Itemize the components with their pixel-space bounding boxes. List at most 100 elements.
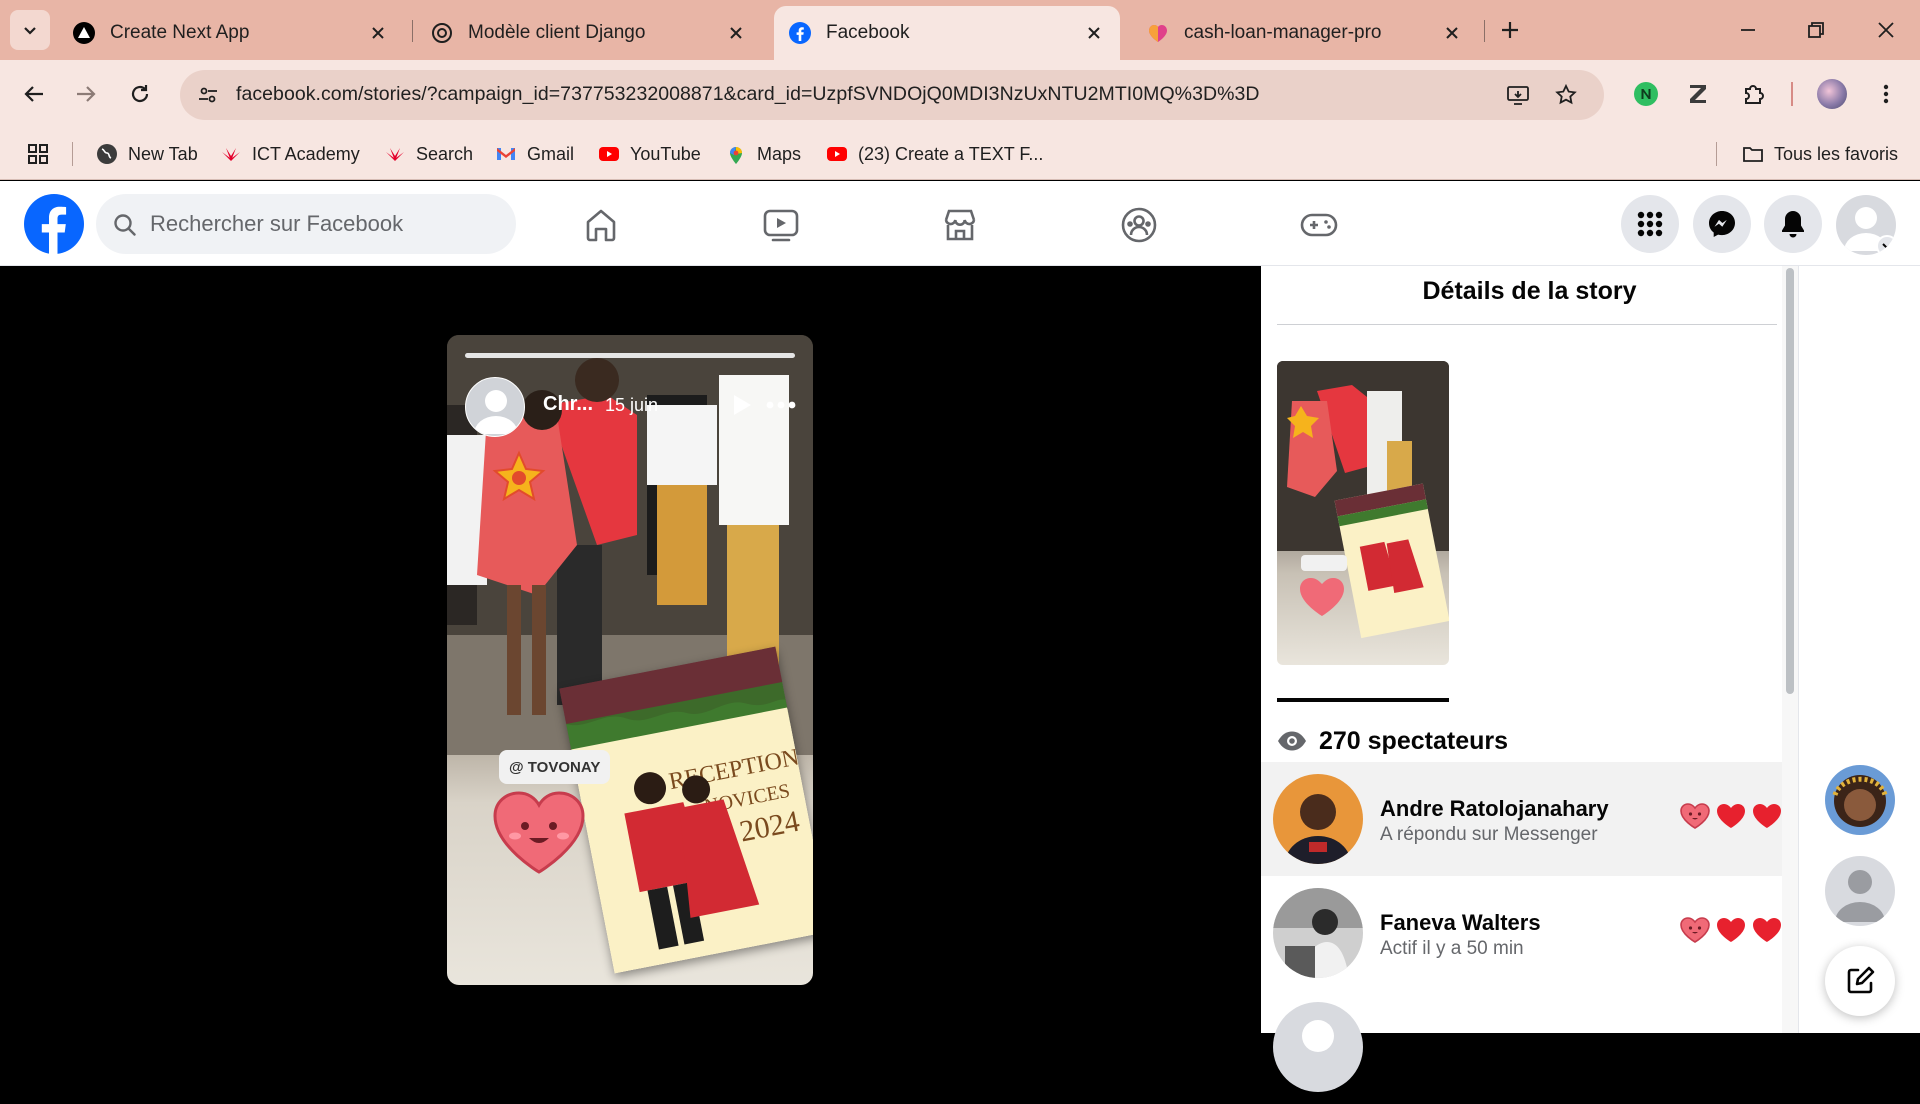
more-vertical-icon [1883,84,1889,104]
messenger-button[interactable] [1693,195,1751,253]
extension-n-button[interactable] [1628,76,1664,112]
restore-button[interactable] [1788,10,1844,50]
tab-create-next-app[interactable]: Create Next App [58,6,404,60]
search-icon [114,214,136,236]
search-input[interactable] [150,194,490,254]
heart-face-icon [1680,803,1710,829]
scrollbar-thumb[interactable] [1786,268,1794,694]
viewer-row[interactable]: Faneva Walters Actif il y a 50 min [1261,876,1794,990]
viewer-reactions [1679,802,1783,830]
nav-video[interactable] [741,199,821,251]
minimize-button[interactable] [1720,10,1776,50]
menu-button[interactable] [1621,195,1679,253]
more-horizontal-icon [766,401,796,409]
viewer-row[interactable]: Andre Ratolojanahary A répondu sur Messe… [1261,762,1794,876]
bookmark-gmail[interactable]: Gmail [495,138,574,170]
bookmark-label: Tous les favoris [1774,143,1899,164]
facebook-search[interactable] [96,194,516,254]
default-avatar-icon [1302,1020,1334,1052]
bookmark-ict-academy[interactable]: ICT Academy [220,138,360,170]
close-window-button[interactable] [1858,10,1914,50]
facebook-header [0,181,1920,266]
messenger-icon [1709,211,1735,237]
browser-tab-bar: Create Next App Modèle client Django Fac… [0,0,1920,60]
close-tab-icon[interactable] [1082,21,1106,45]
install-app-icon [1507,86,1529,105]
address-bar[interactable]: facebook.com/stories/?campaign_id=737753… [180,70,1604,120]
chrome-menu-button[interactable] [1868,76,1904,112]
story-thumbnail-image [1277,361,1449,639]
viewer-avatar[interactable] [1273,888,1363,978]
divider [1277,324,1777,325]
bookmark-youtube[interactable]: YouTube [598,138,701,170]
heart-app-icon [1149,25,1167,42]
chat-contact-avatar[interactable] [1825,856,1895,926]
nav-marketplace[interactable] [920,199,1000,251]
bookmark-new-tab[interactable]: New Tab [96,138,198,170]
bookmark-create-a-text[interactable]: (23) Create a TEXT F... [826,138,1043,170]
all-bookmarks-folder[interactable]: Tous les favoris [1742,138,1898,170]
back-button[interactable] [14,74,54,114]
heart-sticker [493,791,585,874]
reload-button[interactable] [120,74,160,114]
account-chevron [1876,235,1896,255]
close-tab-icon[interactable] [1440,21,1464,45]
notifications-button[interactable] [1764,195,1822,253]
viewer-photo [1273,888,1363,978]
viewer-name[interactable]: Faneva Walters [1380,910,1541,936]
close-tab-icon[interactable] [366,21,390,45]
story-more-button[interactable] [765,395,797,415]
viewer-avatar[interactable] [1273,1002,1363,1092]
minimize-icon [1741,29,1755,31]
heart-icon [1753,918,1781,942]
n-extension-icon [1634,82,1658,106]
viewers-count-text: 270 spectateurs [1319,726,1509,755]
bookmark-label: ICT Academy [252,143,360,164]
story-play-button[interactable] [727,391,755,419]
viewer-row[interactable] [1261,990,1794,1104]
story-thumbnail[interactable] [1277,361,1449,665]
bookmark-maps[interactable]: Maps [725,138,801,170]
viewer-name[interactable]: Andre Ratolojanahary [1380,796,1609,822]
new-message-button[interactable] [1825,946,1895,1016]
bookmark-label: (23) Create a TEXT F... [858,143,1044,164]
tab-modele-client-django[interactable]: Modèle client Django [416,6,762,60]
chrome-profile-button[interactable] [1814,76,1850,112]
compose-icon [1847,966,1875,994]
tab-cash-loan-manager-pro[interactable]: cash-loan-manager-pro [1132,6,1478,60]
site-info-button[interactable] [190,77,226,113]
bookmark-star-button[interactable] [1552,81,1580,109]
install-app-button[interactable] [1504,81,1532,109]
bookmark-label: YouTube [630,143,701,164]
bookmark-search[interactable]: Search [384,138,473,170]
tab-facebook[interactable]: Facebook [774,6,1120,60]
facebook-logo[interactable] [24,194,84,254]
puzzle-icon [1745,85,1764,104]
close-tab-icon[interactable] [724,21,748,45]
bookmarks-bar: New Tab ICT Academy Search Gmail YouTube… [0,128,1920,180]
details-scrollbar[interactable] [1782,266,1798,1033]
story-card[interactable]: Chr... 15 juin RECEPTION NOVICES 2024 @ … [447,335,813,985]
new-tab-button[interactable] [1494,14,1526,46]
mention-sticker[interactable]: @ TOVONAY [499,750,611,784]
close-icon [1878,22,1894,38]
account-button[interactable] [1836,195,1896,255]
story-author-avatar[interactable] [465,377,525,437]
groups-icon [1121,207,1157,243]
huawei-icon [386,148,404,161]
nav-home[interactable] [561,199,641,251]
star-sticker [492,450,546,502]
tab-search-button[interactable] [10,10,50,50]
forward-button[interactable] [66,74,106,114]
nav-groups[interactable] [1099,199,1179,251]
extension-z-button[interactable] [1680,76,1716,112]
story-author-name[interactable]: Chr... [543,393,593,416]
gmail-icon [497,148,515,160]
nav-gaming[interactable] [1279,199,1359,251]
apps-button[interactable] [26,138,50,170]
chat-contact-avatar[interactable] [1825,765,1895,835]
viewer-avatar[interactable] [1273,774,1363,864]
url-text[interactable]: facebook.com/stories/?campaign_id=737753… [236,83,1260,106]
extensions-button[interactable] [1736,76,1772,112]
bookmark-label: Maps [757,143,802,164]
